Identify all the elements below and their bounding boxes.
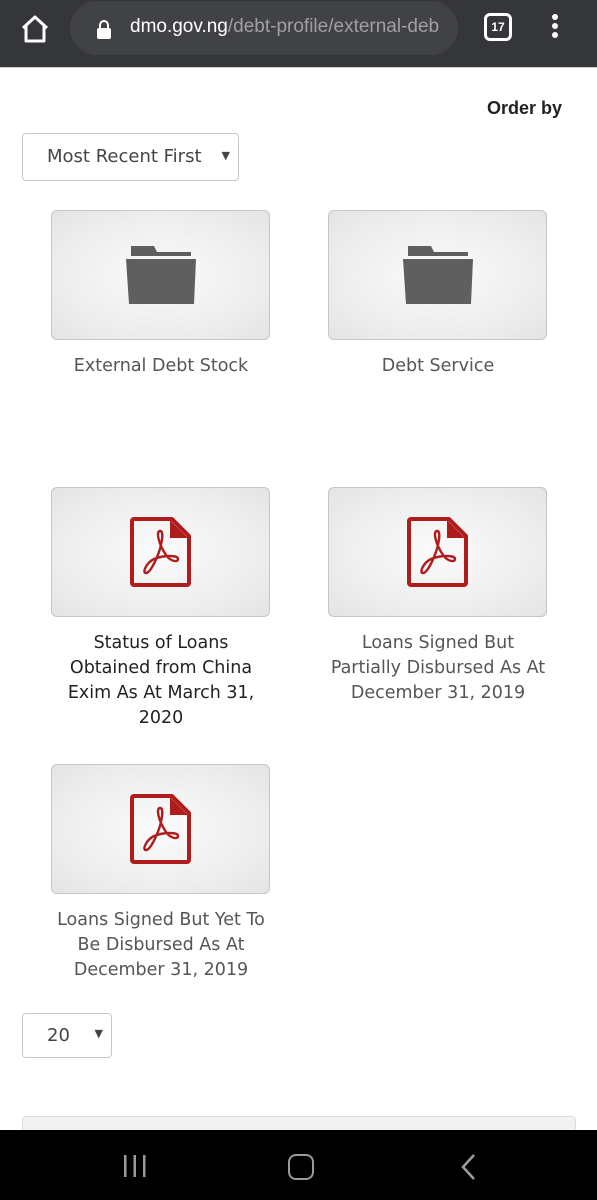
order-by-value: Most Recent First (47, 146, 202, 167)
url-text[interactable]: dmo.gov.ng/debt-profile/external-deb (130, 16, 448, 38)
pdf-thumbnail[interactable] (328, 487, 547, 617)
pdf-item[interactable]: Status of Loans Obtained from China Exim… (51, 487, 271, 731)
items-per-page-select[interactable]: 20 ▼ (22, 1013, 112, 1058)
folder-thumbnail[interactable] (328, 210, 547, 340)
address-bar[interactable]: dmo.gov.ng/debt-profile/external-deb (70, 1, 458, 55)
folder-icon (402, 246, 473, 304)
url-path: /debt-profile/external-deb (227, 16, 440, 37)
pdf-item[interactable]: Loans Signed But Yet To Be Disbursed As … (51, 764, 271, 983)
item-title[interactable]: Loans Signed But Yet To Be Disbursed As … (51, 908, 271, 983)
item-title[interactable]: Loans Signed But Partially Disbursed As … (328, 631, 548, 706)
browser-toolbar: dmo.gov.ng/debt-profile/external-deb 17 (0, 0, 597, 68)
url-domain: dmo.gov.ng (130, 16, 228, 37)
back-icon[interactable] (458, 1152, 480, 1182)
chevron-down-icon: ▼ (94, 1027, 103, 1040)
order-by-select[interactable]: Most Recent First ▼ (22, 133, 239, 181)
home-button[interactable] (18, 12, 52, 46)
pdf-icon (129, 517, 191, 587)
folder-icon (125, 246, 196, 304)
folder-item[interactable]: External Debt Stock (51, 210, 271, 379)
item-title[interactable]: External Debt Stock (51, 354, 271, 379)
more-vert-icon[interactable] (547, 14, 563, 42)
pdf-icon (129, 794, 191, 864)
pdf-thumbnail[interactable] (51, 487, 270, 617)
system-navigation-bar (0, 1130, 597, 1200)
tab-count: 17 (491, 20, 505, 34)
folder-item[interactable]: Debt Service (328, 210, 548, 379)
item-title[interactable]: Status of Loans Obtained from China Exim… (51, 631, 271, 731)
order-by-label: Order by (486, 98, 562, 118)
pdf-icon (406, 517, 468, 587)
pdf-thumbnail[interactable] (51, 764, 270, 894)
pdf-item[interactable]: Loans Signed But Partially Disbursed As … (328, 487, 548, 706)
home-icon (21, 15, 49, 43)
items-per-page-value: 20 (47, 1025, 70, 1046)
recents-icon[interactable] (122, 1154, 148, 1178)
chevron-down-icon: ▼ (221, 149, 230, 162)
lock-icon (97, 20, 111, 39)
item-title[interactable]: Debt Service (328, 354, 548, 379)
tab-switcher-button[interactable]: 17 (484, 13, 512, 41)
folder-thumbnail[interactable] (51, 210, 270, 340)
home-nav-icon[interactable] (288, 1154, 314, 1180)
